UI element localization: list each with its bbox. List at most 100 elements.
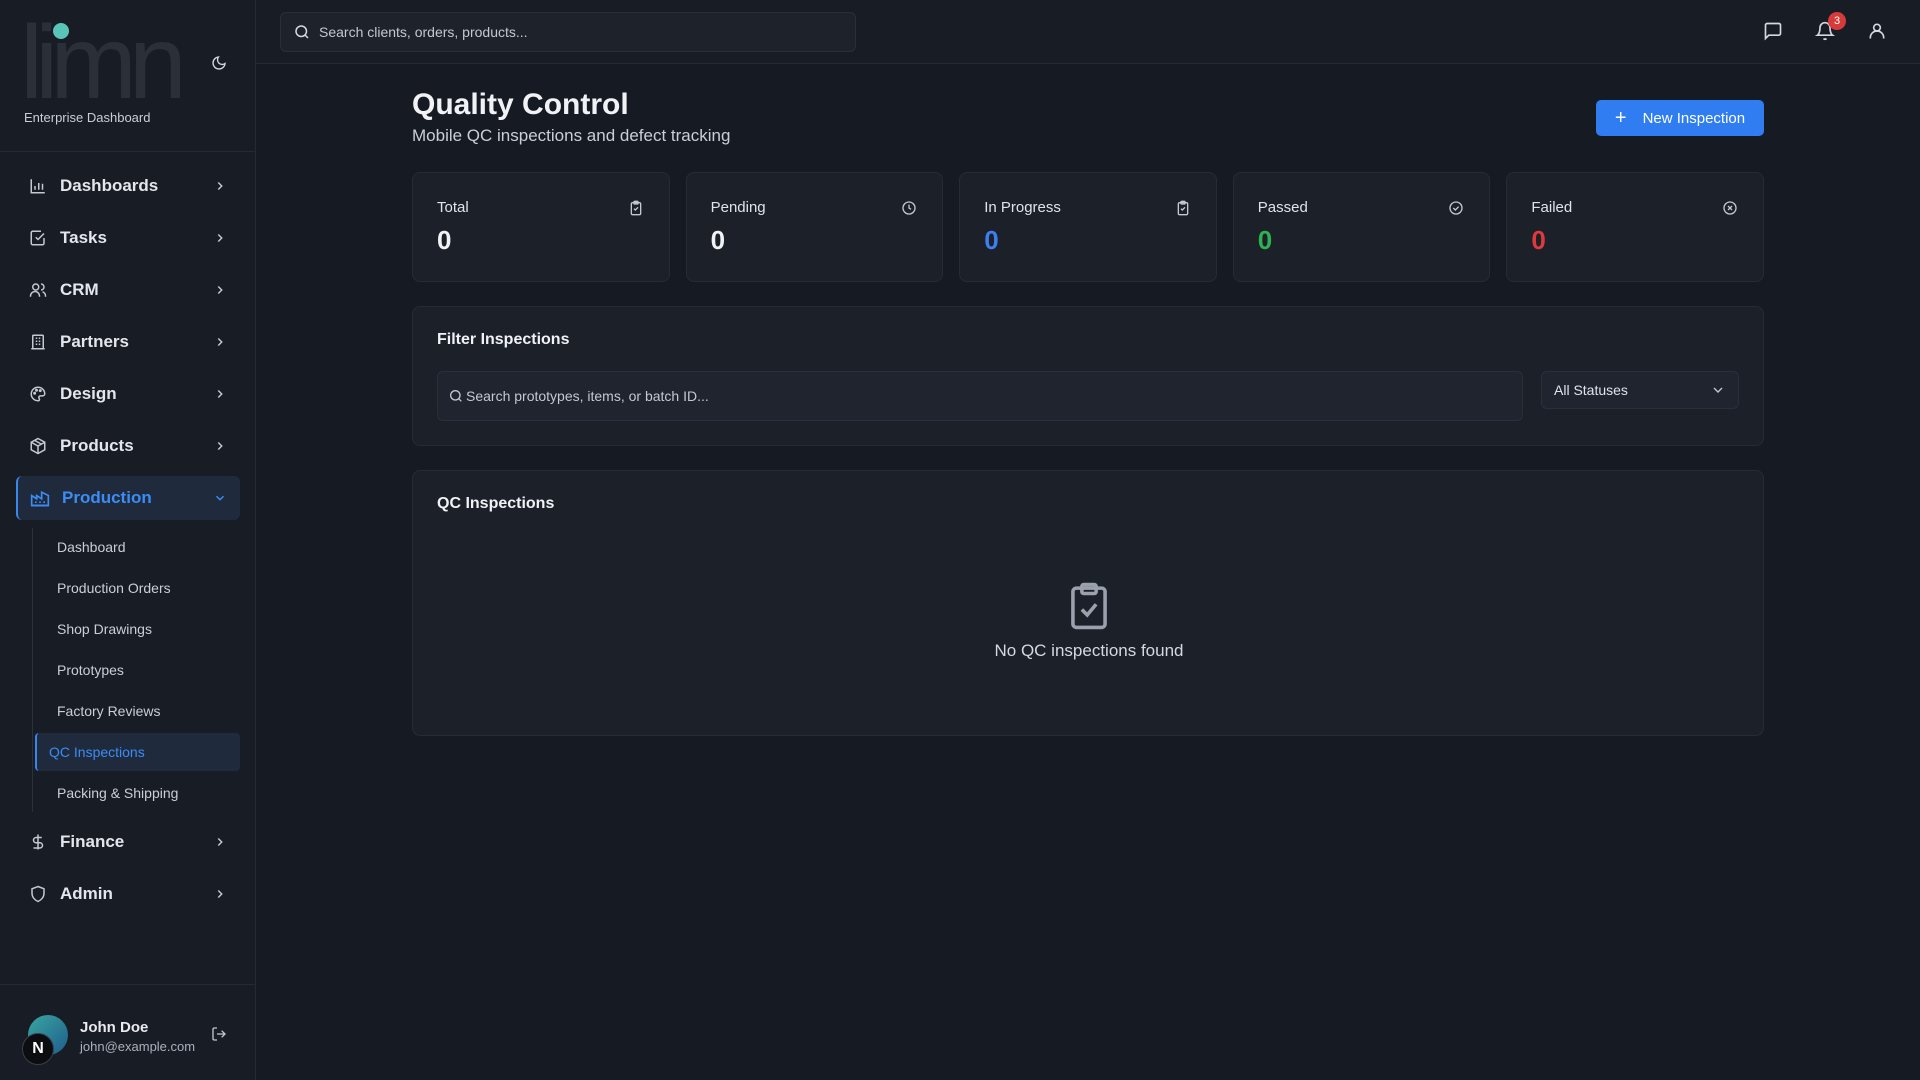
clipboard-check-icon — [1071, 582, 1107, 630]
theme-toggle-button[interactable] — [206, 50, 232, 76]
subnav-item-shop-drawings[interactable]: Shop Drawings — [45, 610, 240, 648]
stat-card-in-progress: In Progress 0 — [959, 172, 1217, 282]
chevron-right-icon — [210, 228, 230, 248]
chevron-right-icon — [210, 176, 230, 196]
stat-value: 0 — [984, 225, 999, 255]
chevron-right-icon — [210, 884, 230, 904]
user-icon — [1869, 23, 1885, 39]
stat-card-total: Total 0 — [412, 172, 670, 282]
nav-label: CRM — [60, 280, 99, 299]
users-icon — [28, 280, 48, 300]
inspections-panel: QC Inspections No QC inspections found — [412, 470, 1764, 736]
nav-item-design[interactable]: Design — [16, 372, 240, 416]
factory-icon — [30, 488, 50, 508]
nav-item-production[interactable]: Production — [16, 476, 240, 520]
nav-label: Products — [60, 436, 134, 455]
chevron-right-icon — [210, 280, 230, 300]
chevron-right-icon — [210, 436, 230, 456]
shield-icon — [28, 884, 48, 904]
profile-button[interactable] — [1864, 18, 1890, 44]
subnav-item-factory-reviews[interactable]: Factory Reviews — [45, 692, 240, 730]
new-inspection-label: New Inspection — [1642, 109, 1746, 127]
filter-search-input[interactable] — [466, 388, 1506, 404]
stat-label: Total — [437, 199, 469, 216]
brand-logo-text: limn — [24, 22, 181, 102]
clipboard-check-icon — [627, 199, 645, 217]
stat-value: 0 — [437, 225, 452, 255]
brand-logo[interactable]: limn — [24, 22, 204, 102]
filter-title: Filter Inspections — [437, 331, 570, 348]
filter-panel: Filter Inspections All Statuses — [412, 306, 1764, 446]
chevron-down-icon — [1713, 387, 1723, 393]
chevron-right-icon — [210, 384, 230, 404]
user-email: john@example.com — [80, 1039, 196, 1054]
nav-label: Partners — [60, 332, 129, 351]
stat-label: Pending — [710, 199, 766, 216]
nav-item-dashboards[interactable]: Dashboards — [16, 164, 240, 208]
check-square-icon — [28, 228, 48, 248]
brand-subtitle: Enterprise Dashboard — [24, 110, 151, 125]
x-circle-icon — [1721, 199, 1739, 217]
chevron-down-icon — [210, 488, 230, 508]
subnav-item-dashboard[interactable]: Dashboard — [45, 528, 240, 566]
search-icon — [450, 390, 462, 402]
user-panel: N John Doe john@example.com — [0, 984, 256, 1080]
nav-item-products[interactable]: Products — [16, 424, 240, 468]
nav-item-partners[interactable]: Partners — [16, 320, 240, 364]
nav-label: Dashboards — [60, 176, 159, 195]
main-nav: Dashboards Tasks CRM Partners Design Pro… — [0, 164, 256, 924]
clipboard-check-icon — [1174, 199, 1192, 217]
dollar-icon — [28, 832, 48, 852]
empty-state-text: No QC inspections found — [994, 641, 1184, 660]
building-icon — [28, 332, 48, 352]
global-search-input[interactable] — [319, 24, 839, 40]
user-name: John Doe — [80, 1019, 149, 1036]
palette-icon — [28, 384, 48, 404]
nav-label: Finance — [60, 832, 125, 851]
moon-icon — [212, 56, 226, 70]
package-icon — [28, 436, 48, 456]
nav-item-admin[interactable]: Admin — [16, 872, 240, 916]
page-title: Quality Control — [412, 88, 629, 121]
chevron-right-icon — [210, 332, 230, 352]
subnav-item-qc-inspections[interactable]: QC Inspections — [35, 733, 240, 771]
message-square-icon — [1764, 22, 1782, 41]
plus-icon: + — [1614, 107, 1627, 129]
logout-button[interactable] — [208, 1023, 230, 1045]
nav-item-tasks[interactable]: Tasks — [16, 216, 240, 260]
nav-label: Tasks — [60, 228, 107, 247]
bar-chart-icon — [28, 176, 48, 196]
avatar-initial-badge: N — [22, 1033, 54, 1065]
stat-label: In Progress — [984, 199, 1061, 216]
stat-value: 0 — [1531, 225, 1546, 255]
subnav-item-production-orders[interactable]: Production Orders — [45, 569, 240, 607]
status-select[interactable]: All Statuses — [1541, 371, 1739, 409]
page-subtitle: Mobile QC inspections and defect trackin… — [412, 126, 731, 145]
topbar: 3 — [256, 0, 1920, 64]
nav-item-crm[interactable]: CRM — [16, 268, 240, 312]
notification-count-badge: 3 — [1828, 12, 1846, 30]
logout-icon — [212, 1027, 226, 1041]
sidebar: limn Enterprise Dashboard Dashboards Tas… — [0, 0, 256, 1080]
stat-value: 0 — [710, 225, 726, 255]
nav-label: Admin — [60, 884, 113, 903]
stat-label: Passed — [1257, 199, 1308, 216]
chevron-right-icon — [210, 832, 230, 852]
stat-value: 0 — [1257, 225, 1273, 255]
stat-label: Failed — [1531, 199, 1573, 216]
clock-icon — [900, 199, 918, 217]
subnav-item-packing-shipping[interactable]: Packing & Shipping — [45, 774, 240, 812]
global-search[interactable] — [280, 12, 856, 52]
notifications-button[interactable]: 3 — [1812, 12, 1846, 44]
brand: limn Enterprise Dashboard — [0, 0, 255, 152]
search-icon — [295, 25, 309, 39]
stat-card-pending: Pending 0 — [685, 172, 944, 282]
messages-button[interactable] — [1760, 18, 1786, 44]
stat-card-passed: Passed 0 — [1232, 172, 1491, 282]
new-inspection-button[interactable]: + New Inspection — [1596, 100, 1764, 136]
nav-label: Production — [62, 488, 152, 507]
subnav-item-prototypes[interactable]: Prototypes — [45, 651, 240, 689]
stat-card-failed: Failed 0 — [1506, 172, 1764, 282]
filter-search[interactable] — [437, 371, 1523, 421]
nav-item-finance[interactable]: Finance — [16, 820, 240, 864]
